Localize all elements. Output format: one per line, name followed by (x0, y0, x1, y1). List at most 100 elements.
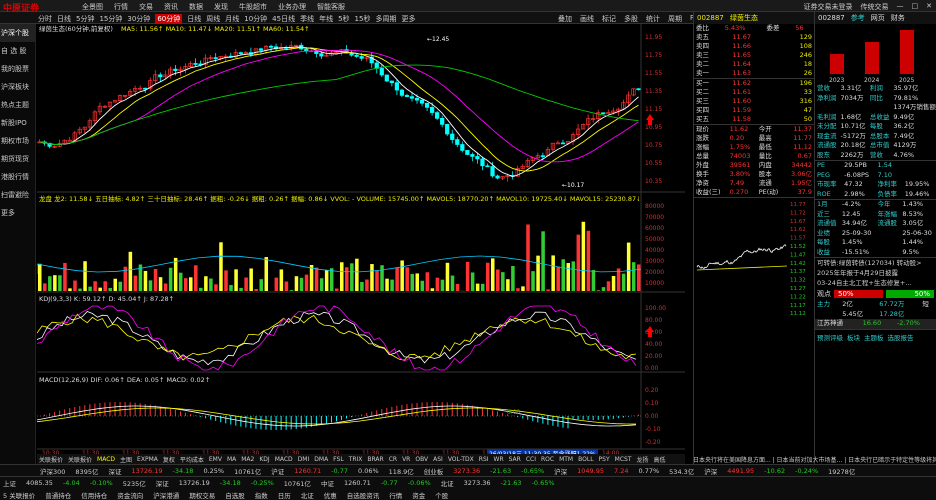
period-tab[interactable]: 更多 (401, 14, 415, 24)
sidebar-item[interactable]: 沪深板块 (0, 78, 35, 96)
board-row[interactable]: 江苏神通 16.60 -2.70% (815, 319, 936, 329)
indicator-tab[interactable]: BRAR (367, 456, 383, 463)
period-tab[interactable]: 日线 (187, 14, 201, 24)
chart-tool-button[interactable]: 周期 (668, 14, 682, 24)
function-shortcut[interactable]: 5 关联报价 (3, 490, 35, 500)
f10-tab[interactable]: 网页 (871, 12, 885, 24)
menu-item[interactable]: 全景图 (82, 2, 103, 12)
order-row[interactable]: 卖二 11.64 18 (694, 60, 814, 69)
menu-item[interactable]: 牛股超市 (239, 2, 267, 12)
period-tab[interactable]: 45日线 (272, 14, 295, 24)
f10-bottom-tab[interactable]: 选股报告 (888, 332, 914, 342)
sidebar-item[interactable]: 新股IPO (0, 114, 35, 132)
period-tab[interactable]: 10分钟 (244, 14, 267, 24)
menu-item[interactable]: 发现 (214, 2, 228, 12)
chart-tool-button[interactable]: 叠加 (558, 14, 572, 24)
classic-trade-link[interactable]: 传统交易 (861, 2, 889, 12)
function-shortcut[interactable]: 优惠 (324, 490, 337, 500)
f10-bottom-tab[interactable]: 主题板 (864, 332, 884, 342)
period-tab[interactable]: 5秒 (338, 14, 349, 24)
sidebar-item[interactable]: 港股行情 (0, 168, 35, 186)
indicator-tab[interactable]: EXPMA (137, 456, 158, 463)
period-tab[interactable]: 30分钟 (127, 14, 150, 24)
period-tab[interactable]: 15秒 (355, 14, 371, 24)
period-tab[interactable]: 年线 (319, 14, 333, 24)
period-tab[interactable]: 分时 (38, 14, 52, 24)
menu-item[interactable]: 智能客服 (317, 2, 345, 12)
indicator-tab[interactable]: MCST (615, 456, 632, 463)
indicator-tab[interactable]: 平均成本 (180, 455, 204, 464)
indicator-tab[interactable]: PSY (599, 456, 610, 463)
f10-bottom-tab[interactable]: 板块 (847, 332, 860, 342)
vote-down-bar[interactable]: 50% (885, 290, 934, 298)
indicator-tab[interactable]: DMA (314, 456, 328, 463)
indicator-tab[interactable]: MACD (275, 456, 293, 463)
f10-bottom-tab[interactable]: 预测评级 (817, 332, 843, 342)
sidebar-item[interactable]: 扫雷避险 (0, 186, 35, 204)
indicator-tab[interactable]: MA2 (241, 456, 254, 463)
sidebar-item[interactable]: 沪深个股 (0, 24, 35, 42)
indicator-tab[interactable]: 关联报价 (39, 455, 63, 464)
period-tab[interactable]: 5分钟 (76, 14, 94, 24)
order-row[interactable]: 买四 11.59 47 (694, 106, 814, 115)
function-shortcut[interactable]: 普通持仓 (45, 490, 71, 500)
order-row[interactable]: 卖一 11.63 26 (694, 69, 814, 78)
indicator-tab[interactable]: 龙扬 (636, 455, 648, 464)
period-tab[interactable]: 季线 (300, 14, 314, 24)
order-row[interactable]: 买二 11.61 33 (694, 88, 814, 97)
chart-tool-button[interactable]: 标记 (602, 14, 616, 24)
function-shortcut[interactable]: 指数 (255, 490, 268, 500)
period-tab[interactable]: 周线 (206, 14, 220, 24)
function-shortcut[interactable]: 行情 (389, 490, 402, 500)
maximize-icon[interactable]: □ (912, 2, 919, 12)
function-shortcut[interactable]: 期权交易 (189, 490, 215, 500)
function-shortcut[interactable]: 信用持仓 (81, 490, 107, 500)
minimize-icon[interactable]: — (897, 2, 904, 12)
f10-tab[interactable]: 财务 (891, 12, 905, 24)
menu-item[interactable]: 数据 (189, 2, 203, 12)
function-shortcut[interactable]: 北证 (301, 490, 314, 500)
period-tab[interactable]: 日线 (57, 14, 71, 24)
function-shortcut[interactable]: 日历 (278, 490, 291, 500)
indicator-tab[interactable]: RSI (479, 456, 489, 463)
indicator-tab[interactable]: VOL-TDX (448, 456, 474, 463)
f10-tab[interactable]: 参考 (851, 12, 865, 24)
indicator-tab[interactable]: OBV (415, 456, 428, 463)
f10-news-item[interactable]: 可转债:绿茵转债(127034) 转动股> (815, 258, 936, 268)
indicator-tab[interactable]: 关联报价 (68, 455, 92, 464)
function-shortcut[interactable]: 自选股资讯 (347, 490, 380, 500)
order-row[interactable]: 卖四 11.66 108 (694, 42, 814, 51)
order-row[interactable]: 卖三 11.65 246 (694, 51, 814, 60)
function-shortcut[interactable]: 资金 (412, 490, 425, 500)
indicator-tab[interactable]: VR (402, 456, 410, 463)
function-shortcut[interactable]: 自选股 (225, 490, 245, 500)
function-shortcut[interactable]: 资金流向 (117, 490, 143, 500)
period-tab[interactable]: 月线 (225, 14, 239, 24)
sidebar-item[interactable]: 期权市场 (0, 132, 35, 150)
order-row[interactable]: 买一 11.62 196 (694, 79, 814, 89)
sidebar-item[interactable]: 我的股票 (0, 60, 35, 78)
indicator-tab[interactable]: BOLL (578, 456, 593, 463)
indicator-tab[interactable]: WR (494, 456, 504, 463)
indicator-tab[interactable]: ROC (541, 456, 554, 463)
indicator-tab[interactable]: DMI (298, 456, 310, 463)
indicator-tab[interactable]: TRIX (349, 456, 363, 463)
period-tab[interactable]: 15分钟 (99, 14, 122, 24)
sidebar-item[interactable]: 热点主题 (0, 96, 35, 114)
indicator-tab[interactable]: MACD (97, 456, 115, 463)
menu-item[interactable]: 行情 (114, 2, 128, 12)
indicator-tab[interactable]: FSL (333, 456, 344, 463)
indicator-tab[interactable]: 高低 (654, 455, 666, 464)
function-shortcut[interactable]: 沪深港通 (153, 490, 179, 500)
sidebar-item[interactable]: 期货现货 (0, 150, 35, 168)
indicator-tab[interactable]: MTM (559, 456, 573, 463)
indicator-tab[interactable]: CCI (526, 456, 536, 463)
chart-tool-button[interactable]: 统计 (646, 14, 660, 24)
function-shortcut[interactable]: 个股 (435, 490, 448, 500)
vote-up-bar[interactable]: 50% (834, 290, 883, 298)
indicator-tab[interactable]: 复权 (163, 455, 175, 464)
indicator-tab[interactable]: 主图 (120, 455, 132, 464)
order-row[interactable]: 买三 11.60 316 (694, 97, 814, 106)
menu-item[interactable]: 交易 (139, 2, 153, 12)
indicator-tab[interactable]: EMV (209, 456, 222, 463)
